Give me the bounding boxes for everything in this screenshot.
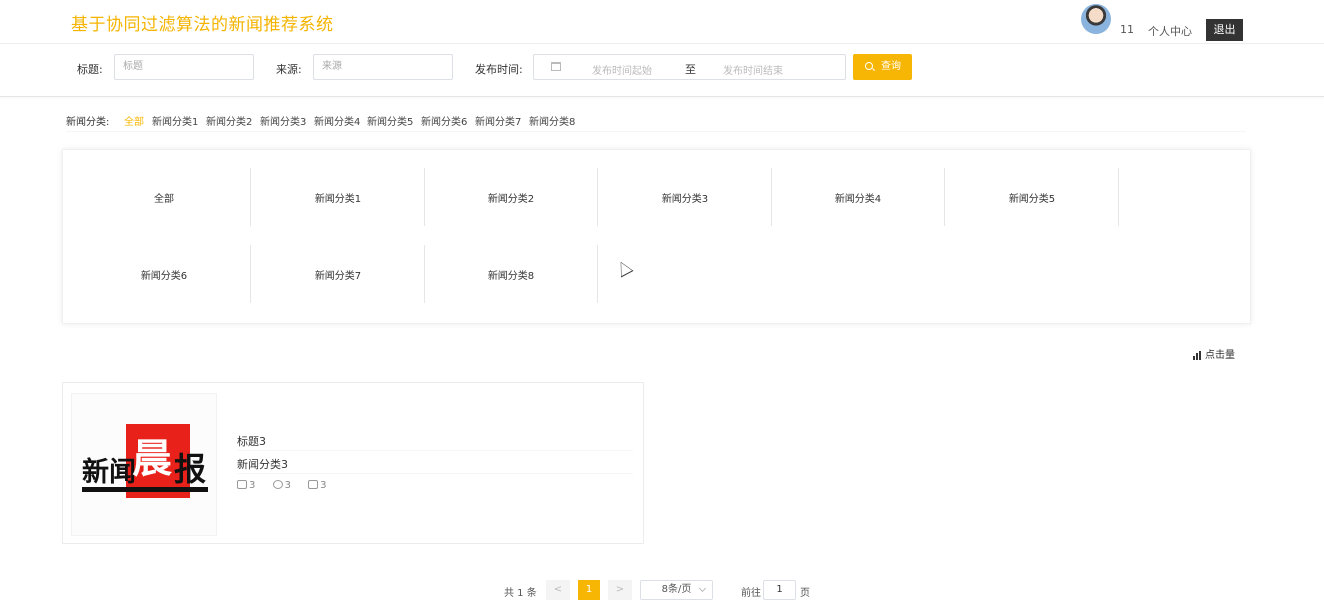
pagination: 共 1 条 < 1 > 8条/页 前往 1 页 (0, 579, 1324, 601)
goto-label: 前往 (741, 588, 761, 599)
category-filter-1[interactable]: 新闻分类1 (152, 113, 198, 128)
search-icon (865, 62, 873, 70)
date-end-input[interactable]: 发布时间结束 (723, 62, 783, 77)
goto-page-input[interactable]: 1 (763, 580, 796, 600)
app-title: 基于协同过滤算法的新闻推荐系统 (71, 15, 334, 35)
category-filter-8[interactable]: 新闻分类8 (529, 113, 575, 128)
category-cell-5[interactable]: 新闻分类5 (946, 168, 1119, 226)
category-filter: 新闻分类: 全部 新闻分类1 新闻分类2 新闻分类3 新闻分类4 新闻分类5 新… (66, 112, 1246, 132)
sort-label: 点击量 (1205, 350, 1235, 361)
news-thumbnail[interactable]: 新闻 晨 报 (71, 393, 217, 536)
next-page-button[interactable]: > (608, 580, 632, 600)
source-input[interactable]: 来源 (313, 54, 453, 80)
bar-chart-icon (1193, 350, 1203, 360)
category-cell-8[interactable]: 新闻分类8 (425, 245, 598, 303)
divider (237, 473, 633, 474)
category-filter-3[interactable]: 新闻分类3 (260, 113, 306, 128)
sort-by-clicks[interactable]: 点击量 (1193, 346, 1235, 361)
logout-button[interactable]: 退出 (1206, 19, 1243, 41)
category-cell-3[interactable]: 新闻分类3 (599, 168, 772, 226)
search-bar: 标题: 标题 来源: 来源 发布时间: 发布时间起始 至 发布时间结束 查询 (0, 44, 1324, 97)
date-label: 发布时间: (475, 63, 523, 76)
page-size-select[interactable]: 8条/页 (640, 580, 713, 600)
profile-link[interactable]: 个人中心 (1148, 23, 1192, 39)
prev-page-button[interactable]: < (546, 580, 570, 600)
category-filter-2[interactable]: 新闻分类2 (206, 113, 252, 128)
favorites-count: 3 (284, 480, 291, 491)
news-category: 新闻分类3 (237, 458, 288, 471)
source-label: 来源: (276, 63, 302, 76)
category-filter-label: 新闻分类: (66, 117, 110, 128)
likes-stat: 3 (237, 480, 255, 491)
title-label: 标题: (77, 63, 103, 76)
date-separator: 至 (685, 63, 696, 76)
category-cell-7[interactable]: 新闻分类7 (252, 245, 425, 303)
news-stats: 3 3 3 (237, 480, 341, 491)
news-card[interactable]: 新闻 晨 报 标题3 新闻分类3 3 3 3 (62, 382, 644, 544)
star-icon (272, 480, 283, 489)
date-range-picker[interactable]: 发布时间起始 至 发布时间结束 (533, 54, 846, 80)
clicks-stat: 3 (308, 480, 327, 491)
pagination-total: 共 1 条 (504, 588, 537, 599)
category-cell-2[interactable]: 新闻分类2 (425, 168, 598, 226)
divider (237, 450, 633, 451)
query-button-label: 查询 (881, 61, 901, 72)
top-header: 基于协同过滤算法的新闻推荐系统 11 个人中心 退出 (0, 0, 1324, 44)
category-filter-4[interactable]: 新闻分类4 (314, 113, 360, 128)
category-filter-6[interactable]: 新闻分类6 (421, 113, 467, 128)
query-button[interactable]: 查询 (853, 54, 912, 80)
category-grid: 全部 新闻分类1 新闻分类2 新闻分类3 新闻分类4 新闻分类5 新闻分类6 新… (62, 149, 1251, 324)
calendar-icon (551, 62, 561, 71)
category-filter-7[interactable]: 新闻分类7 (475, 113, 521, 128)
user-id: 11 (1120, 23, 1134, 36)
likes-count: 3 (249, 480, 256, 491)
page-size-value: 8条/页 (661, 584, 692, 595)
category-filter-all[interactable]: 全部 (124, 113, 144, 128)
category-cell-all[interactable]: 全部 (78, 168, 251, 226)
title-input[interactable]: 标题 (114, 54, 254, 80)
category-cell-6[interactable]: 新闻分类6 (78, 245, 251, 303)
date-start-input[interactable]: 发布时间起始 (592, 62, 652, 77)
category-cell-1[interactable]: 新闻分类1 (252, 168, 425, 226)
clicks-count: 3 (320, 480, 327, 491)
news-logo: 新闻 晨 报 (82, 424, 208, 498)
category-filter-5[interactable]: 新闻分类5 (367, 113, 413, 128)
page-unit-label: 页 (800, 588, 810, 599)
document-icon (308, 480, 319, 489)
category-cell-4[interactable]: 新闻分类4 (772, 168, 945, 226)
thumbs-up-icon (237, 480, 247, 489)
news-title[interactable]: 标题3 (237, 433, 266, 449)
page-number-current[interactable]: 1 (578, 580, 600, 600)
chevron-down-icon (698, 584, 707, 593)
favorites-stat: 3 (272, 480, 291, 491)
avatar[interactable] (1081, 4, 1111, 34)
